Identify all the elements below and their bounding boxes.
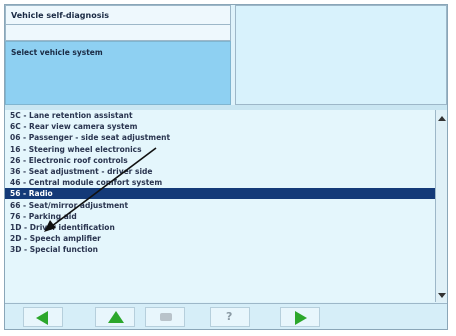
arrow-line [51, 147, 157, 227]
annotation-arrow [44, 147, 157, 232]
arrow-head-icon [44, 220, 56, 232]
